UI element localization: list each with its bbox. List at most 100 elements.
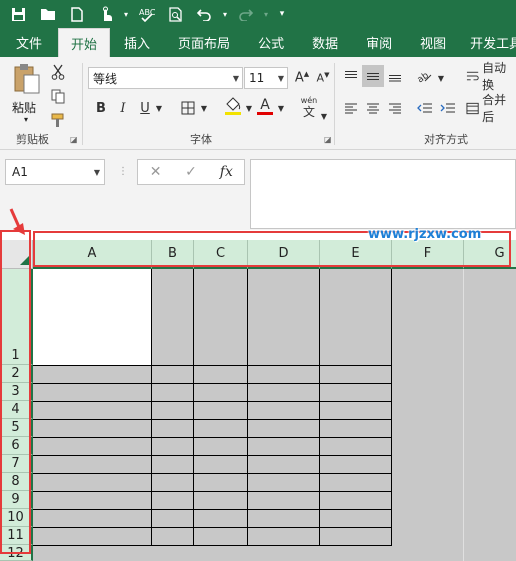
drag-handle-icon[interactable]: ⋮	[118, 166, 128, 177]
cell-area[interactable]	[33, 269, 516, 561]
chevron-down-icon[interactable]: ▾	[219, 0, 231, 28]
chevron-down-icon[interactable]: ▼	[94, 168, 100, 177]
tab-data[interactable]: 数据	[298, 28, 352, 57]
spelling-check-icon[interactable]: ABC	[132, 0, 161, 28]
row-header-7[interactable]: 7	[0, 455, 33, 473]
chevron-down-icon[interactable]: ▼	[436, 67, 446, 89]
grow-font-icon: A▲	[294, 70, 310, 86]
tab-developer[interactable]: 开发工具	[460, 28, 516, 57]
align-right-icon	[389, 103, 401, 114]
format-painter-button[interactable]	[48, 109, 68, 131]
ribbon-tabs: 文件 开始 插入 页面布局 公式 数据 审阅 视图 开发工具	[0, 28, 516, 57]
wrap-text-button[interactable]: 自动换	[466, 61, 516, 92]
tab-review[interactable]: 审阅	[352, 28, 406, 57]
customize-icon[interactable]: ▾	[272, 0, 292, 28]
open-folder-icon[interactable]	[33, 0, 62, 28]
column-header-c[interactable]: C	[194, 240, 248, 269]
font-color-button[interactable]: A	[254, 95, 276, 117]
tab-home[interactable]: 开始	[58, 28, 111, 57]
active-cell-a1[interactable]	[33, 269, 152, 365]
select-all-triangle-icon	[20, 256, 29, 265]
align-middle-button[interactable]	[362, 65, 384, 87]
align-center-icon	[367, 103, 379, 114]
decrease-font-size-button[interactable]: A▼	[313, 67, 333, 89]
chevron-down-icon[interactable]: ▼	[276, 97, 286, 119]
insert-function-button[interactable]: fx	[209, 164, 244, 180]
tab-view[interactable]: 视图	[406, 28, 460, 57]
row-header-2[interactable]: 2	[0, 365, 33, 383]
paste-button[interactable]: 粘贴 ▾	[10, 63, 46, 124]
orientation-button[interactable]: ab	[414, 65, 436, 87]
align-bottom-button[interactable]	[384, 65, 406, 87]
column-header-e[interactable]: E	[320, 240, 392, 269]
row-header-12[interactable]: 12	[0, 545, 33, 561]
row-header-10[interactable]: 10	[0, 509, 33, 527]
chevron-down-icon[interactable]: ▼	[154, 97, 164, 119]
align-right-button[interactable]	[384, 97, 406, 119]
enter-formula-button[interactable]: ✓	[173, 164, 208, 180]
chevron-down-icon[interactable]: ▼	[278, 74, 284, 83]
row-header-9[interactable]: 9	[0, 491, 33, 509]
row-header-3[interactable]: 3	[0, 383, 33, 401]
column-header-g[interactable]: G	[464, 240, 516, 269]
column-header-f[interactable]: F	[392, 240, 464, 269]
chevron-down-icon[interactable]: ▼	[244, 97, 254, 119]
row-header-11[interactable]: 11	[0, 527, 33, 545]
align-top-button[interactable]	[340, 65, 362, 87]
quick-access-toolbar: ▾ ABC ▾ ▾ ▾	[0, 0, 516, 28]
italic-button[interactable]: I	[114, 97, 132, 119]
increase-font-size-button[interactable]: A▲	[292, 67, 312, 89]
save-icon[interactable]	[4, 0, 33, 28]
chevron-down-icon[interactable]: ▼	[199, 97, 209, 119]
borders-button[interactable]	[178, 97, 198, 119]
gridline	[33, 383, 392, 384]
print-preview-icon[interactable]	[161, 0, 190, 28]
font-size-combobox[interactable]: 11 ▼	[244, 67, 288, 89]
gridline	[33, 437, 392, 438]
select-all-button[interactable]	[0, 240, 33, 269]
bold-button[interactable]: B	[92, 97, 110, 119]
chevron-down-icon[interactable]: ▼	[233, 74, 239, 83]
tab-page-layout[interactable]: 页面布局	[164, 28, 244, 57]
phonetic-button[interactable]: wén 文	[298, 93, 320, 121]
row-header-6[interactable]: 6	[0, 437, 33, 455]
chevron-down-icon[interactable]: ▾	[120, 0, 132, 28]
touch-mode-icon[interactable]	[91, 0, 120, 28]
align-center-button[interactable]	[362, 97, 384, 119]
merge-center-button[interactable]: 合并后	[466, 93, 516, 124]
align-left-button[interactable]	[340, 97, 362, 119]
dialog-launcher-icon[interactable]: ◪	[324, 135, 332, 144]
copy-icon	[51, 89, 65, 103]
row-header-5[interactable]: 5	[0, 419, 33, 437]
align-top-icon	[345, 71, 357, 78]
decrease-indent-button[interactable]	[414, 97, 436, 119]
increase-indent-button[interactable]	[437, 97, 459, 119]
tab-file[interactable]: 文件	[0, 28, 58, 57]
row-header-1[interactable]: 1	[0, 269, 33, 365]
column-header-b[interactable]: B	[152, 240, 194, 269]
column-header-d[interactable]: D	[248, 240, 320, 269]
row-header-4[interactable]: 4	[0, 401, 33, 419]
gridline	[247, 269, 248, 545]
gridline	[33, 473, 392, 474]
worksheet-grid[interactable]: A B C D E F G 1 2 3 4 5 6 7 8 9 10 11 12	[0, 230, 516, 561]
font-name-combobox[interactable]: 等线 ▼	[88, 67, 243, 89]
dialog-launcher-icon[interactable]: ◪	[70, 135, 78, 144]
underline-button[interactable]: U	[136, 97, 154, 119]
tab-insert[interactable]: 插入	[110, 28, 164, 57]
column-header-a[interactable]: A	[33, 240, 152, 269]
formula-input[interactable]	[250, 159, 516, 229]
row-header-8[interactable]: 8	[0, 473, 33, 491]
copy-button[interactable]	[48, 85, 68, 107]
cut-button[interactable]	[48, 61, 68, 83]
align-bottom-icon	[389, 75, 401, 82]
chevron-down-icon[interactable]: ▼	[319, 105, 329, 127]
tab-formulas[interactable]: 公式	[244, 28, 298, 57]
name-box[interactable]: A1 ▼	[5, 159, 105, 185]
fill-color-button[interactable]	[222, 95, 244, 117]
new-file-icon[interactable]	[62, 0, 91, 28]
undo-icon[interactable]	[190, 0, 219, 28]
phonetic-char-icon: 文	[302, 104, 315, 119]
chevron-down-icon: ▾	[263, 9, 268, 19]
cancel-formula-button[interactable]: ✕	[138, 164, 173, 180]
